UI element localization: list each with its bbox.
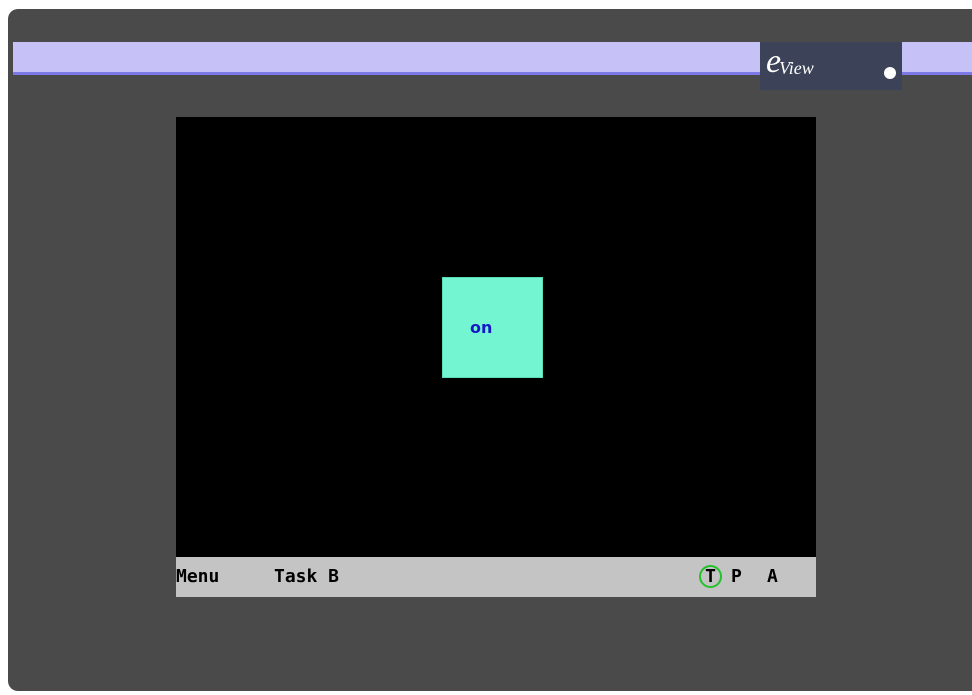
status-led-icon [884,67,896,79]
hmi-screen: on Menu Task B T P A [176,117,816,597]
task-bar: Menu Task B T P A [176,557,816,597]
on-button[interactable]: on [442,277,543,378]
task-bar-button[interactable]: Task B [274,567,374,587]
menu-button[interactable]: Menu [176,567,219,587]
t-button[interactable]: T [699,565,722,588]
p-button[interactable]: P [731,567,742,587]
a-button[interactable]: A [767,567,778,587]
eview-logo: e View [760,42,902,90]
logo-text: View [779,57,814,78]
on-button-label: on [470,318,493,337]
